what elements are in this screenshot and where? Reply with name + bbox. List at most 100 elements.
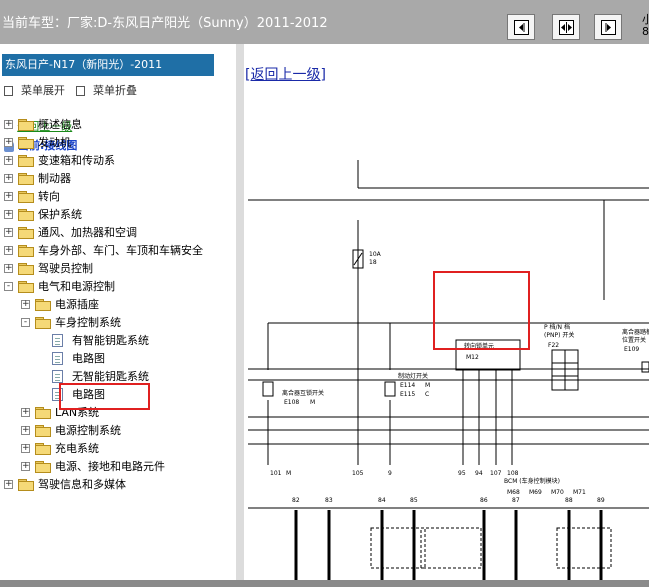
tree-item-steering[interactable]: + 转向 [0,189,236,205]
document-icon [52,352,63,365]
tree-item-hvac[interactable]: + 通风、加热器和空调 [0,225,236,241]
expand-icon[interactable]: + [21,408,30,417]
tree-label: 充电系统 [55,442,99,455]
tree-label: 有智能钥匙系统 [72,334,149,347]
tree-label: 驾驶员控制 [38,262,93,275]
tree-label: 电源、接地和电路元件 [55,460,165,473]
folder-icon [18,155,34,167]
pin-95: 95 [458,470,466,477]
window-title: 当前车型：厂家:D-东风日产阳光（Sunny）2011-2012 [2,16,328,31]
pin-86: 86 [480,497,488,504]
folder-icon [18,209,34,221]
clutch-pos-label: 离合器踏板 [622,328,649,336]
clutch-pos-conn: E109 [624,346,639,353]
clutch-conn1: E108 [284,399,299,406]
brake-m: M [425,382,430,389]
bcm-label: BCM (车身控制模块) [504,477,560,485]
expand-icon[interactable]: + [4,480,13,489]
pin-89: 89 [597,497,605,504]
expand-icon[interactable]: + [4,210,13,219]
tree-label: 驾驶信息和多媒体 [38,478,126,491]
split-view-icon [559,20,574,35]
collapse-icon[interactable]: - [4,282,13,291]
pin-83: 83 [325,497,333,504]
tree-item-power-ground[interactable]: + 电源、接地和电路元件 [0,459,236,475]
expand-right-button[interactable] [594,14,622,40]
tree-item-circuit-diagram-1[interactable]: 电路图 [0,351,236,367]
tree-item-transmission[interactable]: + 变速箱和传动系 [0,153,236,169]
pnp-label-2: (PNP) 开关 [544,331,574,339]
diagram-highlight-box [433,271,530,350]
tree-label: 通风、加热器和空调 [38,226,137,239]
menu-expand-button[interactable]: 菜单展开 [4,82,65,98]
tree-item-engine[interactable]: + 发动机 [0,135,236,151]
status-bar [0,580,649,587]
brake-switch-label: 制动灯开关 [398,372,428,380]
pin-101: 101 [270,470,282,477]
expand-icon[interactable]: + [21,426,30,435]
steering-lock-conn: M12 [466,354,479,361]
split-view-button[interactable] [552,14,580,40]
tree-item-driver-info-multimedia[interactable]: + 驾驶信息和多媒体 [0,477,236,493]
tree-label: 车身控制系统 [55,316,121,329]
pin-82: 82 [292,497,300,504]
tree-item-electrical-power[interactable]: - 电气和电源控制 [0,279,236,295]
menu-collapse-button[interactable]: 菜单折叠 [76,82,137,98]
folder-icon [35,461,51,473]
pin-84: 84 [378,497,386,504]
clutch-interlock-label: 离合器互锁开关 [282,389,324,397]
tree-item-protection[interactable]: + 保护系统 [0,207,236,223]
folder-open-icon [35,317,51,329]
folder-icon [18,263,34,275]
folder-icon [35,443,51,455]
highlight-box [59,383,150,410]
folder-open-icon [18,281,34,293]
brake-conn2: E115 [400,391,415,398]
expand-icon[interactable]: + [4,228,13,237]
folder-icon [18,191,34,203]
pin-107: 107 [490,470,502,477]
pnp-conn: F22 [548,342,559,349]
brake-conn1: E114 [400,382,415,389]
expand-icon[interactable]: + [4,138,13,147]
folder-icon [18,227,34,239]
clutch-pos-label-2: 位置开关 [622,336,646,344]
tree-item-body-exterior[interactable]: + 车身外部、车门、车顶和车辆安全 [0,243,236,259]
document-icon [52,370,63,383]
expand-icon[interactable]: + [4,192,13,201]
expand-icon[interactable]: + [4,264,13,273]
tree-label: 电气和电源控制 [38,280,115,293]
clutch-conn2: M [310,399,315,406]
tree-item-body-control[interactable]: - 车身控制系统 [0,315,236,331]
content-pane: [返回上一级] 10A 18 转向锁单元 M12 P 档/N 档 (PNP) 开… [244,44,649,580]
collapse-icon[interactable]: - [21,318,30,327]
fuse-label: 10A [369,251,382,258]
tree-item-brakes[interactable]: + 制动器 [0,171,236,187]
tree-item-driver-controls[interactable]: + 驾驶员控制 [0,261,236,277]
pin-108: 108 [507,470,519,477]
tree-label: 电源插座 [55,298,99,311]
bcm-conn-4: M71 [573,489,586,496]
sidebar-header: 东风日产-N17（新阳光）-2011 [2,54,214,76]
tree-item-charging[interactable]: + 充电系统 [0,441,236,457]
expand-icon[interactable]: + [21,300,30,309]
sidebar: 东风日产-N17（新阳光）-2011 菜单展开 菜单折叠 ⇦返回上一级 当前:接… [0,44,237,580]
pin-9: 9 [388,470,392,477]
expand-icon[interactable]: + [21,462,30,471]
fuse-id: 18 [369,259,377,266]
expand-icon[interactable]: + [21,444,30,453]
tree-item-power-outlet[interactable]: + 电源插座 [0,297,236,313]
expand-icon[interactable]: + [4,174,13,183]
clipped-edge-text: 小 8 [642,14,649,38]
expand-icon[interactable]: + [4,156,13,165]
tree-item-smart-key[interactable]: 有智能钥匙系统 [0,333,236,349]
collapse-left-button[interactable] [507,14,535,40]
expand-icon[interactable]: + [4,246,13,255]
folder-icon [35,299,51,311]
menu-collapse-label: 菜单折叠 [93,84,137,97]
pin-101-m: M [286,470,291,477]
tree-item-overview[interactable]: + 概述信息 [0,117,236,133]
expand-icon[interactable]: + [4,120,13,129]
tree-item-power-control[interactable]: + 电源控制系统 [0,423,236,439]
pane-splitter[interactable] [236,44,244,580]
